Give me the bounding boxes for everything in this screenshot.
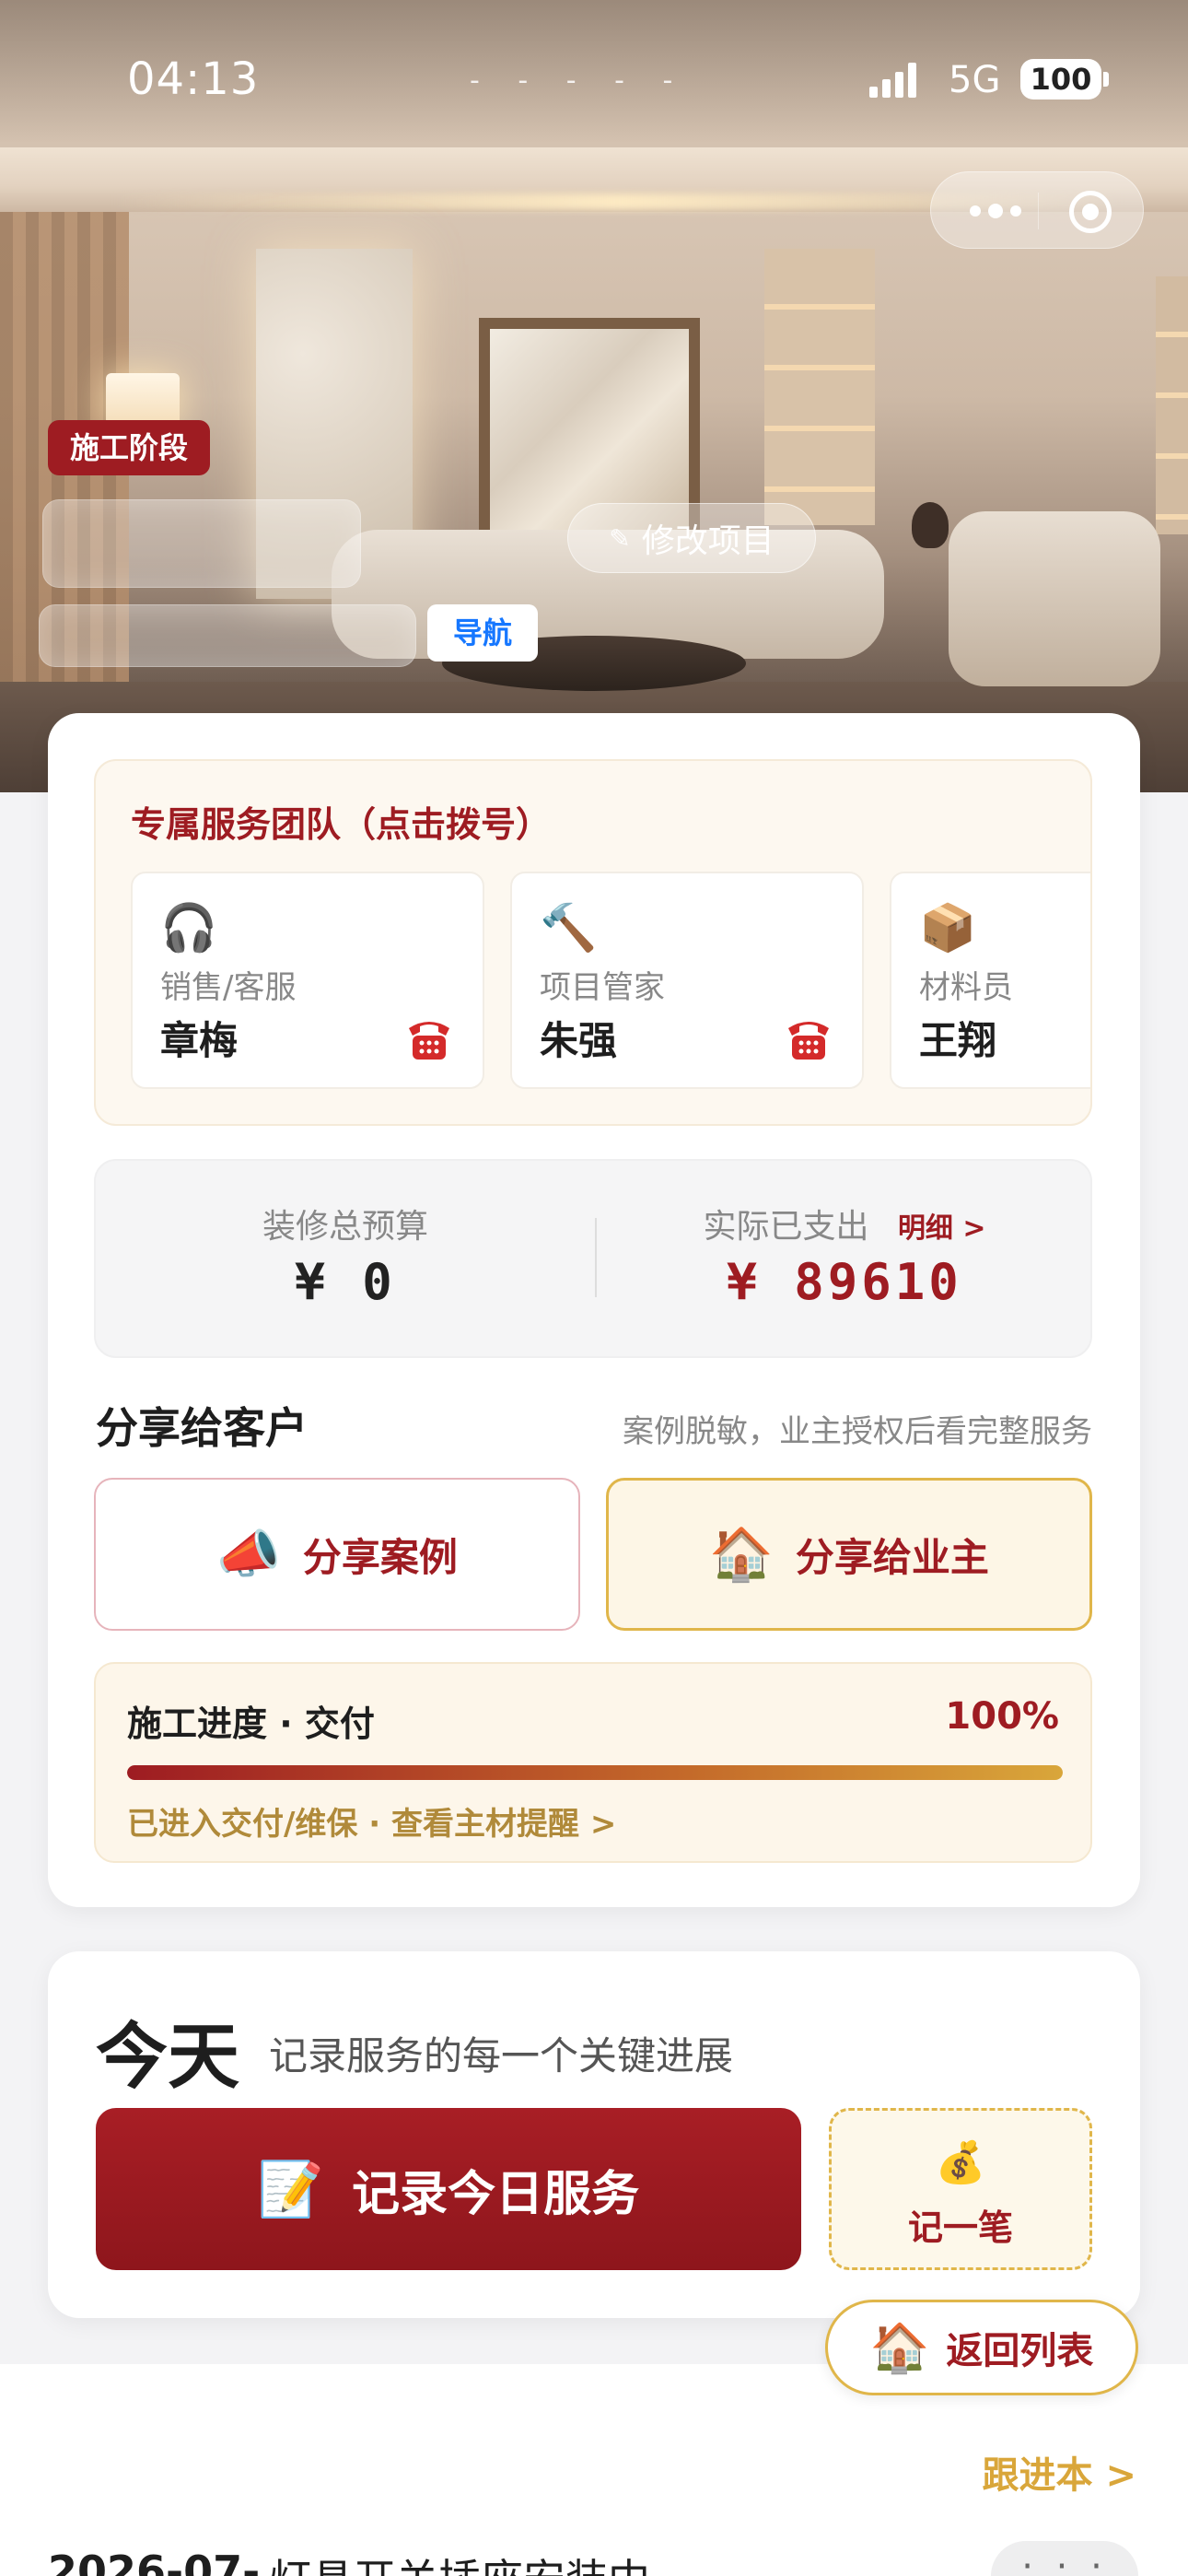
back-to-list-label: 返回列表 xyxy=(946,2330,1094,2372)
member-name: 章梅 xyxy=(160,1018,239,1063)
budget-spent-row: 实际已支出 明细 > xyxy=(595,1200,1094,1247)
hero-vase xyxy=(912,502,949,548)
hero-banner: 04:13 - - - - - 5G 100 施工阶段 ✎ 修改项目 导航 xyxy=(0,0,1188,792)
add-note-button[interactable]: 💰 记一笔 xyxy=(829,2108,1092,2270)
budget-spent: 实际已支出 明细 > ¥ 89610 xyxy=(595,1161,1094,1360)
headphones-icon: 🎧 xyxy=(160,901,218,954)
member-name: 朱强 xyxy=(540,1018,618,1063)
progress-percent: 100% xyxy=(945,1695,1059,1738)
member-role: 项目管家 xyxy=(540,969,665,1006)
budget-total-label: 装修总预算 xyxy=(262,1208,428,1246)
team-member-material[interactable]: 📦 材料员 王翔 xyxy=(890,872,1090,1089)
member-name: 王翔 xyxy=(919,1018,997,1063)
construction-progress[interactable]: 施工进度 · 交付 100% 已进入交付/维保 · 查看主材提醒 > xyxy=(94,1662,1092,1863)
member-role: 销售/客服 xyxy=(160,969,297,1006)
capsule-divider xyxy=(1038,193,1039,229)
record-service-label: 记录今日服务 xyxy=(352,2166,640,2222)
close-target-icon[interactable] xyxy=(1069,191,1112,233)
project-name-redacted xyxy=(42,499,361,588)
service-team-title: 专属服务团队（点击拨号） xyxy=(131,804,552,845)
share-subtitle: 案例脱敏，业主授权后看完整服务 xyxy=(623,1413,1092,1450)
service-team: 专属服务团队（点击拨号） 🎧 销售/客服 章梅 🔨 项目管家 朱强 📦 材料员 … xyxy=(94,759,1092,1126)
share-title: 分享给客户 xyxy=(96,1403,308,1453)
money-bag-icon: 💰 xyxy=(935,2139,986,2186)
entry-text: 灯具开关插座安装中 xyxy=(269,2547,650,2576)
record-service-button[interactable]: 📝 记录今日服务 xyxy=(96,2108,801,2270)
share-case-label: 分享案例 xyxy=(302,1534,458,1580)
budget-total-value: ¥ 0 xyxy=(295,1253,396,1311)
megaphone-icon: 📣 xyxy=(216,1525,281,1585)
miniprogram-capsule xyxy=(930,171,1144,249)
hero-shelves-right xyxy=(1156,276,1188,534)
today-card: 今天 记录服务的每一个关键进展 📝 记录今日服务 💰 记一笔 xyxy=(48,1951,1140,2318)
battery-icon: 100 xyxy=(1020,59,1101,100)
battery-tip xyxy=(1103,72,1109,87)
status-time: 04:13 xyxy=(127,53,260,105)
stage-badge: 施工阶段 xyxy=(48,420,211,475)
progress-hint-link[interactable]: 已进入交付/维保 · 查看主材提醒 > xyxy=(127,1798,616,1844)
share-owner-label: 分享给业主 xyxy=(795,1534,989,1580)
share-owner-button[interactable]: 🏠 分享给业主 xyxy=(606,1478,1092,1631)
house-icon: 🏠 xyxy=(709,1525,774,1585)
back-to-list-button[interactable]: 🏠 返回列表 xyxy=(825,2300,1138,2395)
status-dots: - - - - - xyxy=(470,64,688,97)
navigate-button[interactable]: 导航 xyxy=(427,604,538,662)
budget-panel: 装修总预算 ¥ 0 实际已支出 明细 > ¥ 89610 xyxy=(94,1159,1092,1358)
package-icon: 📦 xyxy=(919,901,977,954)
signal-icon xyxy=(869,63,916,98)
hero-shelves xyxy=(764,249,875,525)
today-subtitle: 记录服务的每一个关键进展 xyxy=(269,2033,734,2078)
phone-icon[interactable] xyxy=(783,1012,834,1063)
project-summary-card: 专属服务团队（点击拨号） 🎧 销售/客服 章梅 🔨 项目管家 朱强 📦 材料员 … xyxy=(48,713,1140,1907)
hero-chair xyxy=(949,511,1160,686)
progress-fill xyxy=(127,1765,1063,1780)
edit-project-label: 修改项目 xyxy=(641,522,775,560)
team-member-manager[interactable]: 🔨 项目管家 朱强 xyxy=(510,872,864,1089)
budget-spent-label: 实际已支出 xyxy=(703,1208,869,1246)
progress-track xyxy=(127,1765,1063,1780)
add-note-label: 记一笔 xyxy=(907,2207,1013,2248)
project-detail-page: 04:13 - - - - - 5G 100 施工阶段 ✎ 修改项目 导航 专属… xyxy=(0,0,1188,2576)
member-role: 材料员 xyxy=(919,969,1013,1006)
pencil-icon: ✎ xyxy=(609,522,631,554)
budget-spent-value: ¥ 89610 xyxy=(727,1253,962,1311)
follow-up-list: 跟进本 > 2026-07- 灯具开关插座安装中 · · · xyxy=(0,2364,1188,2576)
follow-up-book-link[interactable]: 跟进本 > xyxy=(983,2445,1136,2499)
phone-icon[interactable] xyxy=(403,1012,455,1063)
network-type: 5G xyxy=(949,59,1001,101)
progress-title: 施工进度 · 交付 xyxy=(127,1704,375,1744)
project-address-redacted xyxy=(39,604,416,667)
hammer-icon: 🔨 xyxy=(540,901,598,954)
entry-date: 2026-07- xyxy=(48,2547,261,2576)
budget-total: 装修总预算 ¥ 0 xyxy=(96,1161,595,1360)
house-icon: 🏠 xyxy=(869,2320,930,2376)
entry-more-button[interactable]: · · · xyxy=(991,2541,1138,2576)
more-icon[interactable] xyxy=(959,183,1032,239)
team-member-sales[interactable]: 🎧 销售/客服 章梅 xyxy=(131,872,484,1089)
edit-project-button[interactable]: ✎ 修改项目 xyxy=(567,503,816,573)
today-title: 今天 xyxy=(96,2016,240,2099)
share-case-button[interactable]: 📣 分享案例 xyxy=(94,1478,580,1631)
budget-detail-link[interactable]: 明细 > xyxy=(898,1212,986,1245)
memo-icon: 📝 xyxy=(257,2157,325,2220)
